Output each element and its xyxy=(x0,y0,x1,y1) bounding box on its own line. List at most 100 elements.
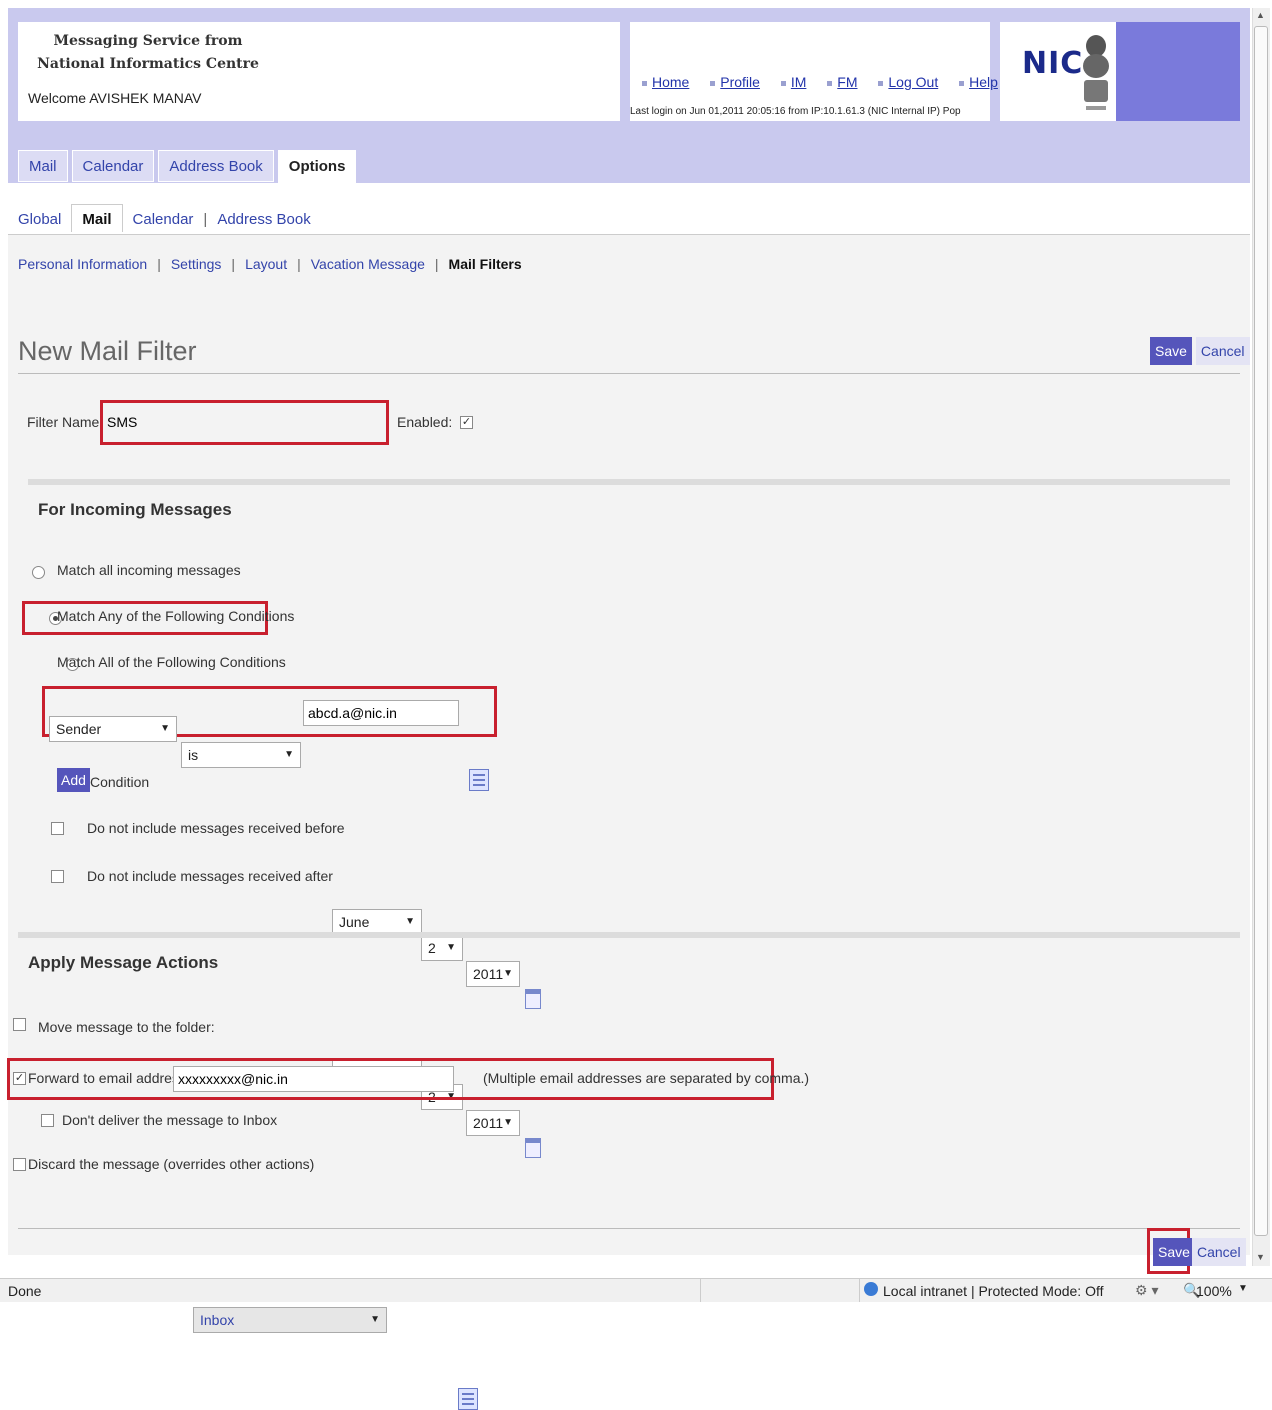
tab-options[interactable]: Options xyxy=(277,150,357,184)
match-all-conditions-label: Match All of the Following Conditions xyxy=(57,654,286,670)
incoming-heading: For Incoming Messages xyxy=(38,500,232,519)
condition-field-select[interactable]: Sender ▼ xyxy=(49,716,177,742)
separator: | xyxy=(297,256,301,272)
bullet-icon xyxy=(959,80,965,86)
save-button-bottom[interactable]: Save xyxy=(1153,1238,1195,1266)
move-folder-value: Inbox xyxy=(200,1312,235,1328)
add-condition-button[interactable]: Add xyxy=(57,768,90,792)
address-book-icon[interactable] xyxy=(458,1388,478,1410)
dropdown-arrow-icon: ▼ xyxy=(160,723,170,734)
title-divider xyxy=(18,373,1240,374)
forward-email-input[interactable] xyxy=(173,1066,454,1092)
subtab-mail[interactable]: Mail xyxy=(71,204,123,232)
nav-fm-link[interactable]: FM xyxy=(837,74,857,90)
separator: | xyxy=(203,211,208,228)
bullet-icon xyxy=(710,80,716,86)
tab-mail[interactable]: Mail xyxy=(18,150,68,182)
welcome-text: Welcome AVISHEK MANAV xyxy=(28,90,202,106)
dropdown-arrow-icon: ▼ xyxy=(405,916,415,927)
calendar-icon[interactable] xyxy=(525,1138,541,1158)
tab-calendar[interactable]: Calendar xyxy=(71,150,155,182)
discard-checkbox[interactable] xyxy=(13,1158,26,1171)
save-button-top[interactable]: Save xyxy=(1150,337,1192,365)
security-zone-text: Local intranet | Protected Mode: Off xyxy=(883,1283,1104,1299)
dont-deliver-checkbox[interactable] xyxy=(41,1114,54,1127)
bullet-icon xyxy=(878,80,884,86)
condition-operator-select[interactable]: is ▼ xyxy=(181,742,301,768)
after-year-value: 2011 xyxy=(473,1115,504,1131)
after-date-checkbox[interactable] xyxy=(51,870,64,883)
status-divider xyxy=(700,1279,860,1302)
bullet-icon xyxy=(642,80,647,86)
cancel-button-bottom[interactable]: Cancel xyxy=(1192,1238,1246,1266)
condition-field-value: Sender xyxy=(56,721,102,737)
move-folder-select[interactable]: Inbox ▼ xyxy=(193,1307,387,1333)
dropdown-arrow-icon: ▼ xyxy=(503,968,513,979)
zoom-dropdown-icon[interactable]: ▼ xyxy=(1238,1283,1248,1294)
status-bar: Done Local intranet | Protected Mode: Of… xyxy=(0,1278,1272,1302)
before-year-select[interactable]: 2011 ▼ xyxy=(466,961,520,987)
move-folder-label: Move message to the folder: xyxy=(38,1019,215,1035)
link-personal-information[interactable]: Personal Information xyxy=(18,256,147,272)
calendar-icon[interactable] xyxy=(525,989,541,1009)
link-settings[interactable]: Settings xyxy=(171,256,222,272)
globe-icon xyxy=(864,1282,878,1296)
radio-match-all-incoming[interactable] xyxy=(32,566,45,579)
forward-checkbox[interactable]: ✓ xyxy=(13,1072,26,1085)
nic-logo-text: NIC xyxy=(1022,46,1084,81)
dropdown-arrow-icon: ▼ xyxy=(370,1314,380,1325)
separator: | xyxy=(434,256,439,272)
cancel-button-top[interactable]: Cancel xyxy=(1195,337,1250,365)
move-folder-checkbox[interactable] xyxy=(13,1018,26,1031)
sub-tabs: Global Mail Calendar | Address Book xyxy=(18,204,311,232)
link-vacation-message[interactable]: Vacation Message xyxy=(311,256,425,272)
after-date-label: Do not include messages received after xyxy=(87,868,333,884)
top-nav: Home Profile IM FM Log Out Help xyxy=(642,74,1015,90)
address-book-icon[interactable] xyxy=(469,769,489,791)
nic-logo: NIC xyxy=(1022,46,1083,81)
zone-settings-icon[interactable]: ⚙ ▾ xyxy=(1135,1282,1158,1299)
scrollbar-thumb[interactable] xyxy=(1254,26,1268,1236)
after-year-select[interactable]: 2011 ▼ xyxy=(466,1110,520,1136)
separator: | xyxy=(231,256,236,272)
mail-options-links: Personal Information | Settings | Layout | Vac… xyxy=(18,256,522,272)
actions-divider xyxy=(18,932,1240,938)
actions-heading: Apply Message Actions xyxy=(28,953,219,972)
status-text: Done xyxy=(8,1283,42,1299)
before-day-select[interactable]: 2 ▼ xyxy=(421,935,463,961)
before-date-checkbox[interactable] xyxy=(51,822,64,835)
nav-help-link[interactable]: Help xyxy=(969,74,998,90)
before-year-value: 2011 xyxy=(473,966,504,982)
enabled-checkbox[interactable]: ✓ xyxy=(460,416,473,429)
top-button-group: Save Cancel xyxy=(1150,337,1250,365)
link-layout[interactable]: Layout xyxy=(245,256,287,272)
scroll-down-icon[interactable]: ▼ xyxy=(1256,1252,1265,1262)
nav-logout-link[interactable]: Log Out xyxy=(888,74,938,90)
tab-address-book[interactable]: Address Book xyxy=(158,150,274,182)
discard-label: Discard the message (overrides other act… xyxy=(28,1156,315,1172)
nav-home-link[interactable]: Home xyxy=(652,74,689,90)
incoming-divider xyxy=(28,479,1230,485)
enabled-label: Enabled: xyxy=(397,414,453,430)
nav-profile-link[interactable]: Profile xyxy=(720,74,760,90)
filter-name-label: Filter Name: xyxy=(27,414,104,430)
scroll-up-icon[interactable]: ▲ xyxy=(1256,10,1265,20)
subtab-calendar[interactable]: Calendar xyxy=(133,211,194,228)
brand-line-2: National Informatics Centre xyxy=(37,56,259,72)
dropdown-arrow-icon: ▼ xyxy=(284,749,294,760)
bullet-icon xyxy=(827,80,833,86)
last-login-info: Last login on Jun 01,2011 20:05:16 from … xyxy=(630,106,961,117)
condition-value-input[interactable] xyxy=(303,700,459,726)
zoom-level[interactable]: 100% xyxy=(1196,1283,1232,1299)
subtab-global[interactable]: Global xyxy=(18,211,61,228)
before-date-label: Do not include messages received before xyxy=(87,820,345,836)
dont-deliver-label: Don't deliver the message to Inbox xyxy=(62,1112,278,1128)
subtab-address-book[interactable]: Address Book xyxy=(217,211,310,228)
match-all-incoming-label: Match all incoming messages xyxy=(57,562,241,578)
bullet-icon xyxy=(780,80,786,86)
before-month-value: June xyxy=(339,914,370,930)
nav-im-link[interactable]: IM xyxy=(791,74,807,90)
page-title: New Mail Filter xyxy=(18,336,197,366)
link-mail-filters[interactable]: Mail Filters xyxy=(449,256,522,272)
filter-name-input[interactable] xyxy=(103,410,383,434)
